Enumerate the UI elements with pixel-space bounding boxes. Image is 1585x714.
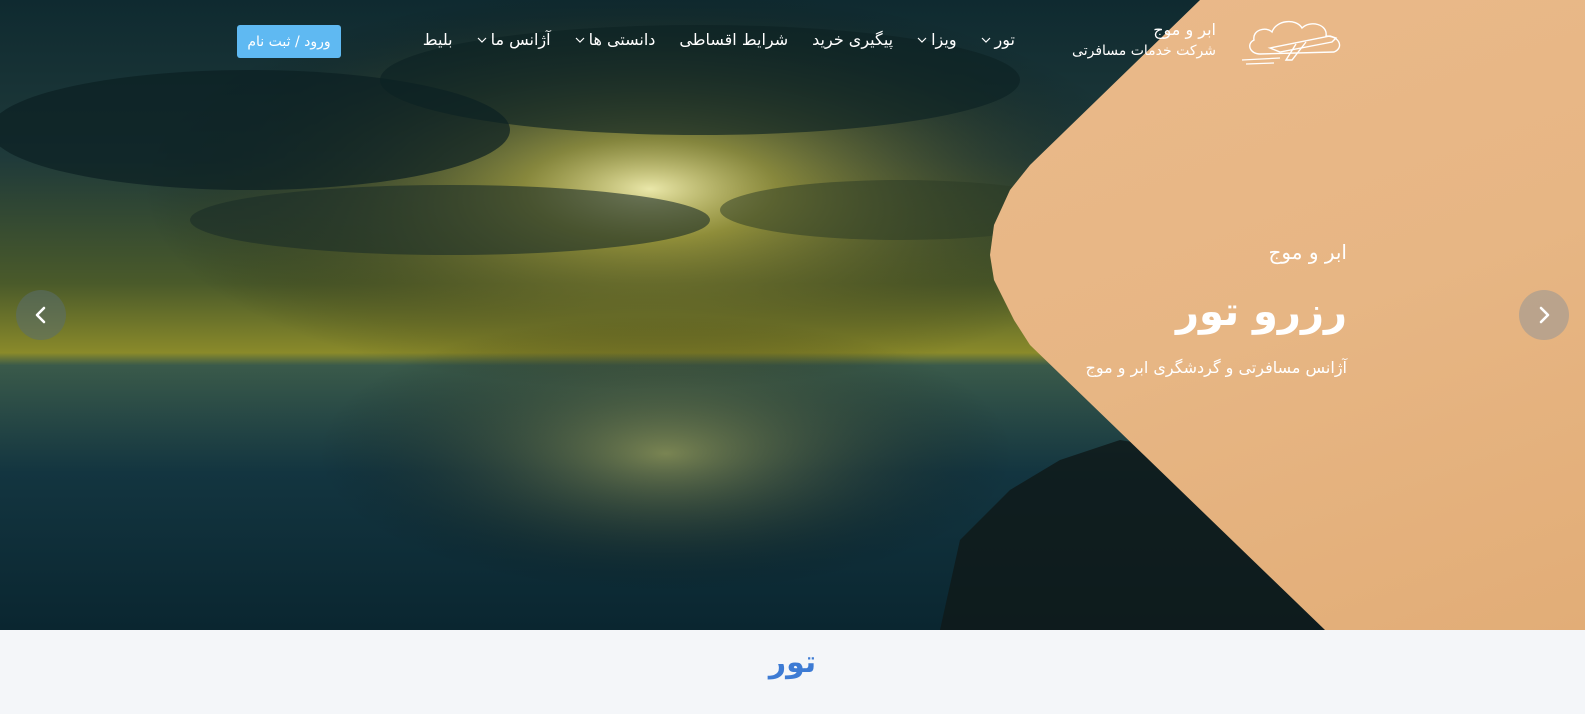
- tour-section-title: تور: [768, 645, 817, 680]
- hero-slider: [0, 0, 1585, 630]
- top-navbar: ابر و موج شرکت خدمات مسافرتی تور ویزا پی…: [0, 0, 1585, 80]
- nav-item-label: ویزا: [931, 30, 957, 49]
- main-nav: تور ویزا پیگیری خرید شرایط اقساطی دانستی…: [423, 30, 1015, 49]
- brand[interactable]: ابر و موج شرکت خدمات مسافرتی: [1072, 14, 1352, 66]
- nav-item-ticket[interactable]: بلیط: [423, 30, 453, 49]
- chevron-down-icon: [575, 37, 584, 43]
- chevron-right-icon: [1539, 306, 1550, 324]
- brand-name: ابر و موج: [1153, 20, 1216, 40]
- chevron-down-icon: [981, 37, 990, 43]
- brand-subtitle: شرکت خدمات مسافرتی: [1072, 43, 1216, 60]
- nav-item-label: پیگیری خرید: [812, 30, 894, 49]
- chevron-left-icon: [35, 306, 46, 324]
- nav-item-order-tracking[interactable]: پیگیری خرید: [812, 30, 893, 49]
- chevron-down-icon: [917, 37, 927, 43]
- nav-item-tour[interactable]: تور: [981, 30, 1015, 49]
- nav-item-label: شرایط اقساطی: [679, 30, 789, 49]
- hero-description: آژانس مسافرتی و گردشگری ابر و موج: [1085, 358, 1347, 377]
- nav-item-label: تور: [994, 30, 1015, 49]
- hero-title: رزرو تور: [1176, 289, 1347, 335]
- hero-caption: ابر و موج رزرو تور آژانس مسافرتی و گردشگ…: [1086, 240, 1347, 377]
- nav-item-visa[interactable]: ویزا: [917, 30, 957, 49]
- hero-eyebrow: ابر و موج: [1268, 240, 1348, 264]
- plane-cloud-logo-icon: [1241, 21, 1341, 65]
- nav-item-label: آژانس ما: [490, 30, 551, 49]
- nav-item-our-agency[interactable]: آژانس ما: [477, 30, 551, 49]
- chevron-down-icon: [477, 37, 486, 43]
- nav-item-label: دانستی ها: [588, 30, 656, 49]
- login-register-button[interactable]: ورود / ثبت نام: [237, 25, 341, 58]
- slider-next-button[interactable]: [1519, 290, 1569, 340]
- nav-item-label: بلیط: [422, 30, 453, 49]
- nav-item-knowledge[interactable]: دانستی ها: [575, 30, 656, 49]
- nav-item-installments[interactable]: شرایط اقساطی: [679, 30, 788, 49]
- slider-prev-button[interactable]: [16, 290, 66, 340]
